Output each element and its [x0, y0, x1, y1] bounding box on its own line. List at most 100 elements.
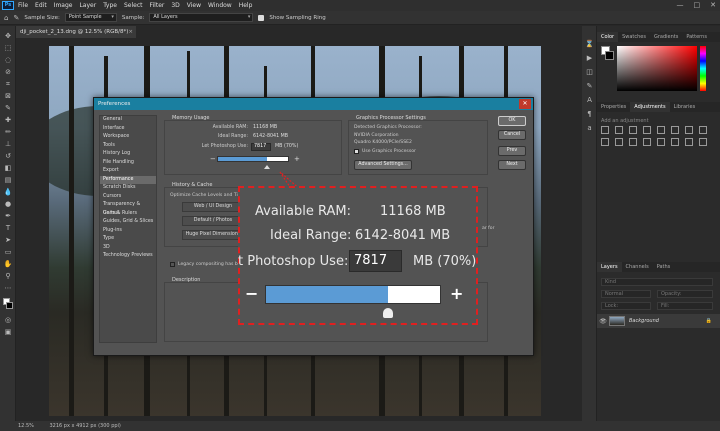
- category-general[interactable]: General: [100, 116, 156, 125]
- healing-brush-icon[interactable]: ✚: [3, 116, 13, 125]
- close-window-button[interactable]: ✕: [710, 1, 716, 9]
- frame-tool-icon[interactable]: ⊠: [3, 92, 13, 101]
- menu-layer[interactable]: Layer: [79, 2, 96, 9]
- libraries-panel-icon[interactable]: ◫: [585, 68, 594, 77]
- category-units[interactable]: Units & Rulers: [100, 210, 156, 219]
- pen-tool-icon[interactable]: ✒: [3, 212, 13, 221]
- menu-help[interactable]: Help: [239, 2, 253, 9]
- category-3d[interactable]: 3D: [100, 244, 156, 253]
- path-select-icon[interactable]: ➤: [3, 236, 13, 245]
- marquee-tool-icon[interactable]: ⬚: [3, 44, 13, 53]
- visibility-eye-icon[interactable]: 👁: [597, 318, 609, 325]
- paragraph-panel-icon[interactable]: ¶: [585, 110, 594, 119]
- tab-gradients[interactable]: Gradients: [650, 32, 682, 42]
- category-performance[interactable]: Performance: [100, 175, 156, 184]
- selective-color-icon[interactable]: [685, 138, 693, 146]
- gradient-tool-icon[interactable]: ▤: [3, 176, 13, 185]
- curves-icon[interactable]: [629, 126, 637, 134]
- photo-filter-icon[interactable]: [601, 138, 609, 146]
- background-color-swatch[interactable]: [6, 302, 13, 309]
- minimize-button[interactable]: —: [677, 1, 684, 9]
- actions-panel-icon[interactable]: ▶: [585, 54, 594, 63]
- crop-tool-icon[interactable]: ⌗: [3, 80, 13, 89]
- category-type[interactable]: Type: [100, 235, 156, 244]
- layer-filter-kind[interactable]: Kind: [601, 278, 713, 286]
- category-file-handling[interactable]: File Handling: [100, 159, 156, 168]
- rectangle-tool-icon[interactable]: ▭: [3, 248, 13, 257]
- category-tools[interactable]: Tools: [100, 142, 156, 151]
- brush-panel-icon[interactable]: ✎: [585, 82, 594, 91]
- category-history-log[interactable]: History Log: [100, 150, 156, 159]
- category-guides[interactable]: Guides, Grid & Slices: [100, 218, 156, 227]
- zoom-memory-slider-thumb[interactable]: [383, 308, 394, 318]
- menu-window[interactable]: Window: [208, 2, 232, 9]
- color-lookup-icon[interactable]: [629, 138, 637, 146]
- blur-tool-icon[interactable]: 💧: [3, 188, 13, 197]
- tab-channels[interactable]: Channels: [622, 262, 653, 272]
- clone-stamp-icon[interactable]: ⊥: [3, 140, 13, 149]
- posterize-icon[interactable]: [657, 138, 665, 146]
- tab-swatches[interactable]: Swatches: [618, 32, 650, 42]
- memory-plus-icon[interactable]: +: [294, 155, 300, 163]
- black-white-icon[interactable]: [699, 126, 707, 134]
- menu-file[interactable]: File: [18, 2, 28, 9]
- zoom-level[interactable]: 12.5%: [18, 423, 34, 429]
- memory-slider-thumb[interactable]: [264, 165, 271, 169]
- panel-background-swatch[interactable]: [605, 51, 614, 60]
- huge-pixel-dimensions-button[interactable]: Huge Pixel Dimensions: [182, 230, 244, 240]
- eyedropper-tool-icon[interactable]: ✎: [13, 14, 19, 22]
- type-tool-icon[interactable]: T: [3, 224, 13, 233]
- document-tab[interactable]: dji_pocket_2_13.dng @ 12.5% (RGB/8*) ×: [16, 26, 136, 38]
- sample-select[interactable]: All Layers: [149, 13, 254, 22]
- fill-field[interactable]: Fill:: [657, 302, 713, 310]
- memory-amount-input[interactable]: 7817: [251, 143, 271, 151]
- category-cursors[interactable]: Cursors: [100, 193, 156, 202]
- zoom-minus-icon[interactable]: −: [245, 284, 258, 304]
- history-brush-icon[interactable]: ↺: [3, 152, 13, 161]
- zoom-memory-slider[interactable]: [265, 285, 441, 304]
- dialog-close-button[interactable]: ✕: [519, 99, 531, 109]
- exposure-icon[interactable]: [643, 126, 651, 134]
- category-workspace[interactable]: Workspace: [100, 133, 156, 142]
- gradient-map-icon[interactable]: [699, 138, 707, 146]
- tab-properties[interactable]: Properties: [597, 102, 630, 112]
- home-icon[interactable]: ⌂: [4, 14, 8, 22]
- maximize-button[interactable]: □: [694, 1, 701, 9]
- glyphs-panel-icon[interactable]: a: [585, 124, 594, 133]
- menu-view[interactable]: View: [187, 2, 201, 9]
- menu-edit[interactable]: Edit: [35, 2, 47, 9]
- channel-mixer-icon[interactable]: [615, 138, 623, 146]
- hue-saturation-icon[interactable]: [671, 126, 679, 134]
- default-photos-button[interactable]: Default / Photos: [182, 216, 244, 226]
- vibrance-icon[interactable]: [657, 126, 665, 134]
- history-panel-icon[interactable]: ⌛: [585, 40, 594, 49]
- color-picker-field[interactable]: [617, 46, 697, 91]
- tab-color[interactable]: Color: [597, 32, 619, 42]
- next-button[interactable]: Next: [498, 160, 526, 170]
- menu-3d[interactable]: 3D: [171, 2, 179, 9]
- use-gpu-checkbox[interactable]: [354, 149, 359, 154]
- eraser-tool-icon[interactable]: ◧: [3, 164, 13, 173]
- menu-select[interactable]: Select: [124, 2, 143, 9]
- lasso-tool-icon[interactable]: ◌: [3, 56, 13, 65]
- category-technology-previews[interactable]: Technology Previews: [100, 252, 156, 261]
- hand-tool-icon[interactable]: ✋: [3, 260, 13, 269]
- tab-layers[interactable]: Layers: [597, 262, 622, 272]
- menu-filter[interactable]: Filter: [150, 2, 165, 9]
- tab-libraries[interactable]: Libraries: [670, 102, 700, 112]
- opacity-field[interactable]: Opacity:: [657, 290, 713, 298]
- invert-icon[interactable]: [643, 138, 651, 146]
- memory-minus-icon[interactable]: −: [210, 155, 216, 163]
- prev-button[interactable]: Prev: [498, 146, 526, 156]
- blend-mode-select[interactable]: Normal: [601, 290, 651, 298]
- hue-slider[interactable]: [700, 46, 706, 91]
- menu-image[interactable]: Image: [54, 2, 73, 9]
- move-tool-icon[interactable]: ✥: [3, 32, 13, 41]
- brightness-icon[interactable]: [601, 126, 609, 134]
- eyedropper-icon[interactable]: ✎: [3, 104, 13, 113]
- category-interface[interactable]: Interface: [100, 125, 156, 134]
- close-tab-icon[interactable]: ×: [128, 26, 133, 38]
- zoom-plus-icon[interactable]: +: [450, 284, 463, 304]
- web-ui-design-button[interactable]: Web / UI Design: [182, 202, 244, 212]
- quick-mask-icon[interactable]: ◎: [3, 316, 13, 325]
